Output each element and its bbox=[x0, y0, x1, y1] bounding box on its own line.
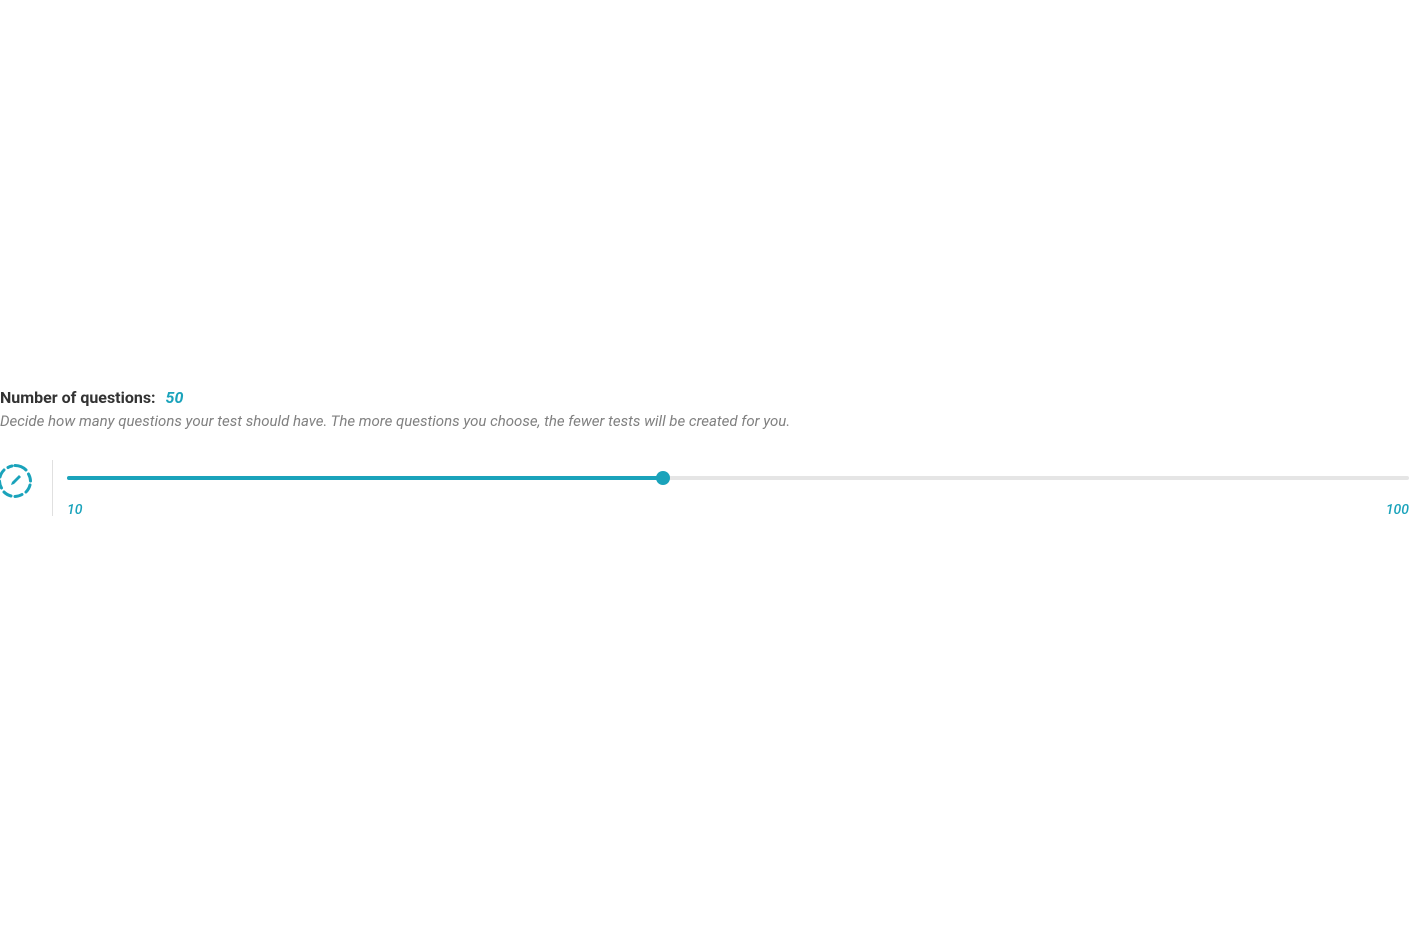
title-row: Number of questions: 50 bbox=[0, 388, 1409, 407]
edit-dashed-icon bbox=[0, 464, 32, 498]
slider-fill bbox=[67, 476, 663, 480]
slider-max-label: 100 bbox=[1386, 502, 1409, 518]
question-count-label: Number of questions: bbox=[0, 388, 156, 407]
question-count-value: 50 bbox=[166, 388, 184, 407]
question-count-slider-container: 10 100 bbox=[67, 464, 1409, 518]
slider-section: 10 100 bbox=[0, 464, 1409, 518]
question-count-slider[interactable] bbox=[67, 476, 1409, 480]
question-count-description: Decide how many questions your test shou… bbox=[0, 411, 1409, 432]
divider bbox=[52, 460, 53, 516]
slider-min-label: 10 bbox=[67, 502, 82, 518]
question-count-header: Number of questions: 50 Decide how many … bbox=[0, 388, 1409, 432]
slider-thumb[interactable] bbox=[656, 471, 670, 485]
slider-labels: 10 100 bbox=[67, 502, 1409, 518]
